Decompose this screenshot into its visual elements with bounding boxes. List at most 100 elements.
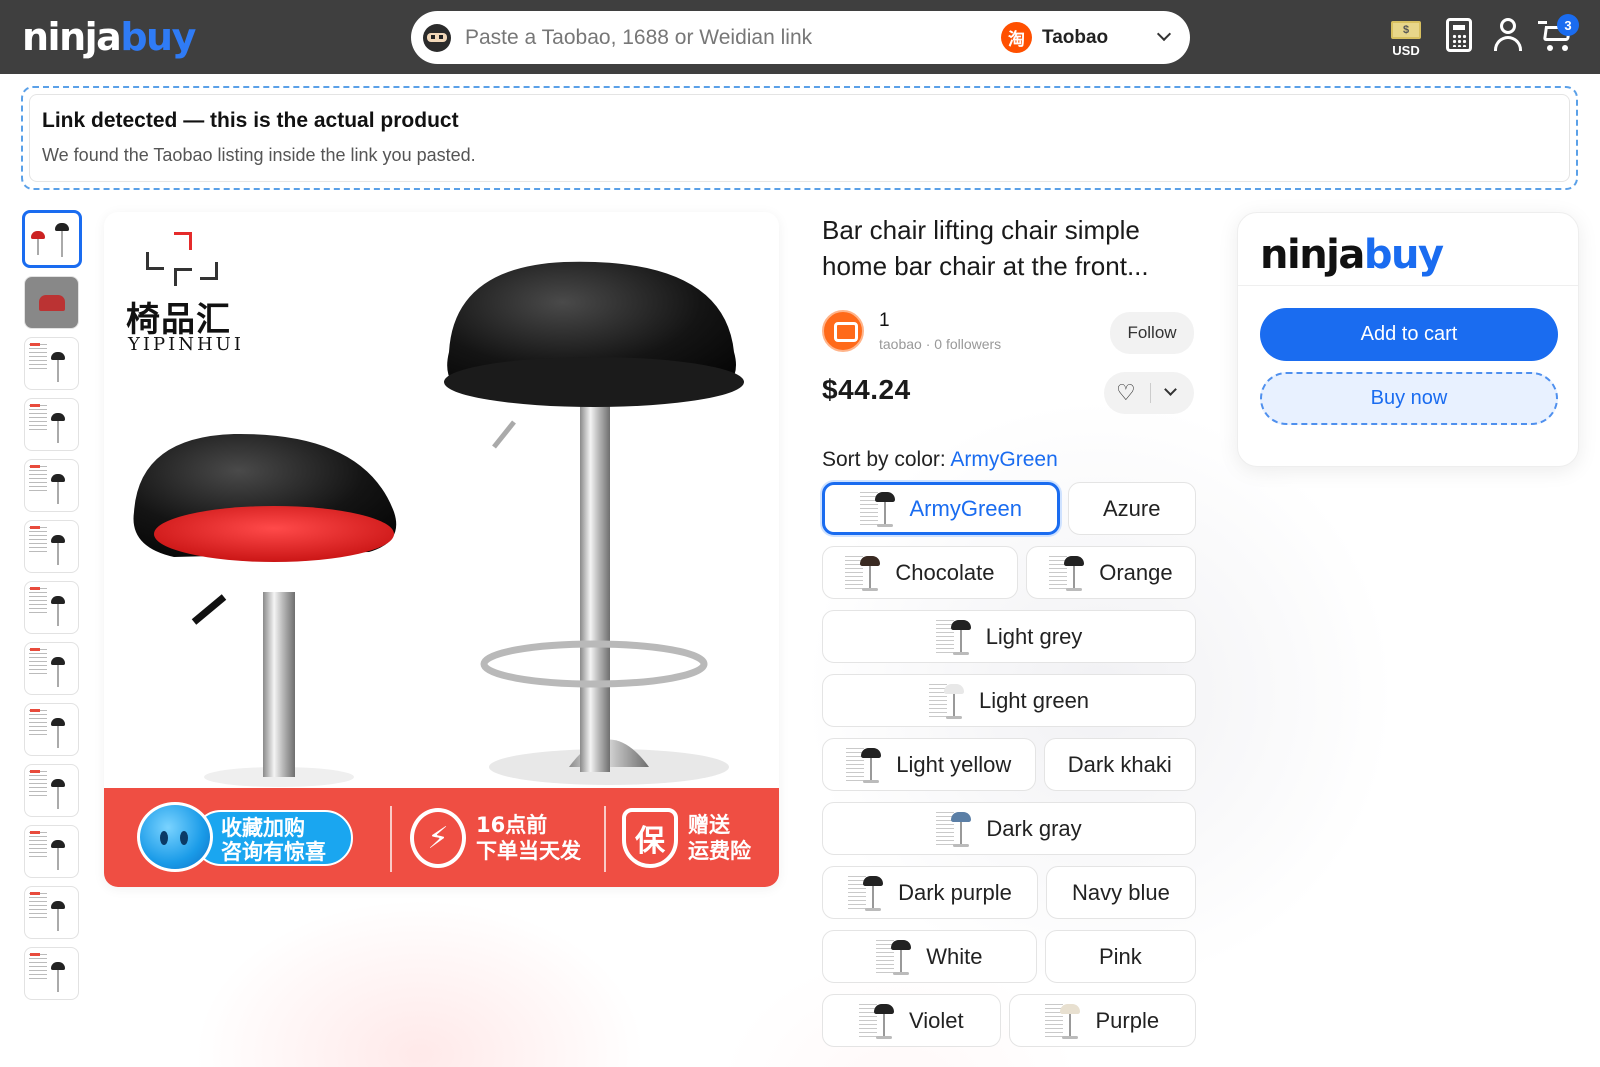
color-option-label: Dark gray — [986, 815, 1082, 841]
color-option[interactable]: ArmyGreen — [822, 482, 1060, 535]
color-option[interactable]: Pink — [1044, 930, 1197, 983]
user-icon-body — [1494, 36, 1522, 51]
gallery-thumbnail[interactable] — [24, 398, 79, 451]
gallery-thumbnail[interactable] — [24, 886, 79, 939]
color-option-row: Light yellow Dark khaki — [822, 738, 1196, 791]
promo-shipping: ⚡ 16点前 下单当天发 — [410, 806, 610, 872]
gallery-thumbnail[interactable] — [24, 642, 79, 695]
cart-icon-wheel — [1562, 45, 1568, 51]
search-input[interactable] — [465, 21, 965, 54]
divider — [1150, 383, 1151, 403]
promo-bar: 收藏加购 咨询有惊喜 ⚡ 16点前 下单当天发 保 赠送 运费险 — [104, 788, 779, 887]
wishlist-control[interactable]: ♡ — [1104, 372, 1194, 414]
gallery-thumbnail[interactable] — [22, 210, 82, 268]
promo-favorite: 收藏加购 咨询有惊喜 — [137, 802, 357, 872]
main-product-image[interactable]: 椅品汇 YIPINHUI 收藏加购 咨询有惊喜 ⚡ 16点前 下单当天发 保 赠… — [104, 212, 779, 887]
banner-subtitle: We found the Taobao listing inside the l… — [42, 145, 476, 165]
promo-shipping-text: 16点前 下单当天发 — [476, 813, 581, 863]
seller-avatar[interactable] — [822, 310, 864, 352]
currency-selector[interactable]: $ USD — [1388, 18, 1424, 58]
color-option[interactable]: Dark gray — [822, 802, 1196, 855]
color-swatch-thumbnail — [846, 744, 882, 786]
site-logo[interactable]: ninjabuy — [22, 14, 196, 60]
taobao-icon: 淘 — [1001, 22, 1032, 53]
gallery-thumbnail[interactable] — [24, 703, 79, 756]
color-option[interactable]: Dark khaki — [1043, 738, 1196, 791]
color-option-row: White Pink — [822, 930, 1197, 983]
platform-select[interactable]: 淘 Taobao — [1001, 19, 1181, 56]
user-icon-head — [1500, 18, 1516, 34]
color-option[interactable]: Navy blue — [1045, 866, 1196, 919]
sort-by-color-label: Sort by color: ArmyGreen — [822, 448, 1058, 472]
color-swatch-thumbnail — [858, 1000, 895, 1042]
color-option-label: Chocolate — [895, 559, 995, 585]
calculator-keys — [1452, 34, 1467, 47]
mascot-icon — [137, 802, 213, 872]
color-option[interactable]: White — [822, 930, 1037, 983]
color-option[interactable]: Dark purple — [822, 866, 1038, 919]
product-title: Bar chair lifting chair simple home bar … — [822, 215, 1149, 281]
seller-name[interactable]: 1 — [879, 310, 890, 332]
product-details: Bar chair lifting chair simple home bar … — [822, 212, 1197, 1047]
gallery-thumbnail[interactable] — [24, 581, 79, 634]
logo-text-ninja: ninja — [1260, 232, 1365, 278]
color-swatch-thumbnail — [845, 552, 881, 594]
gallery-thumbnail[interactable] — [24, 947, 79, 1000]
color-option-label: Azure — [1103, 495, 1161, 521]
color-option[interactable]: Light green — [822, 674, 1196, 727]
color-option[interactable]: Orange — [1025, 546, 1196, 599]
cart-count-badge: 3 — [1557, 14, 1579, 36]
color-option[interactable]: Violet — [822, 994, 1001, 1047]
promo-favorite-text: 收藏加购 咨询有惊喜 — [193, 810, 353, 866]
color-option-label: Dark purple — [898, 879, 1012, 905]
color-option[interactable]: Chocolate — [822, 546, 1018, 599]
color-option-row: Light green — [822, 674, 1196, 727]
calculator-icon[interactable] — [1446, 18, 1472, 52]
promo-divider — [604, 806, 606, 872]
color-option[interactable]: Azure — [1067, 482, 1196, 535]
color-swatch-thumbnail — [935, 616, 972, 658]
selected-color-value: ArmyGreen — [950, 448, 1058, 471]
color-option-label: Purple — [1095, 1007, 1160, 1033]
user-icon[interactable] — [1493, 18, 1523, 52]
chevron-down-icon[interactable] — [1164, 383, 1177, 396]
color-swatch-thumbnail — [859, 488, 896, 530]
color-option[interactable]: Light yellow — [822, 738, 1036, 791]
color-option-label: Navy blue — [1072, 879, 1170, 905]
color-swatch-thumbnail — [928, 680, 965, 722]
gallery-thumbnail[interactable] — [24, 276, 79, 329]
color-option[interactable]: Light grey — [822, 610, 1196, 663]
color-swatch-thumbnail — [1045, 1000, 1081, 1042]
chevron-down-icon — [1156, 26, 1172, 42]
promo-divider — [390, 806, 392, 872]
color-option-row: Chocolate Orange — [822, 546, 1196, 599]
color-option[interactable]: Purple — [1008, 994, 1197, 1047]
heart-icon[interactable]: ♡ — [1116, 382, 1138, 404]
cart-icon-wheel — [1547, 45, 1553, 51]
color-option-label: Pink — [1098, 943, 1142, 969]
color-option-label: Orange — [1099, 559, 1173, 585]
link-detected-banner: Link detected — this is the actual produ… — [21, 86, 1578, 190]
gallery-thumbnail[interactable] — [24, 825, 79, 878]
seller-meta: taobao · 0 followers — [879, 336, 1002, 352]
color-swatch-thumbnail — [936, 808, 972, 850]
color-swatch-thumbnail — [848, 872, 884, 914]
gallery-thumbnail[interactable] — [24, 520, 79, 573]
color-option-label: Light green — [978, 687, 1090, 713]
buy-now-button[interactable]: Buy now — [1260, 372, 1558, 425]
gallery-thumbnail[interactable] — [24, 764, 79, 817]
platform-label: Taobao — [1042, 26, 1109, 48]
brand-logo: 椅品汇 YIPINHUI — [126, 232, 246, 355]
search-avatar-icon — [423, 24, 451, 52]
color-option-row: Violet Purple — [822, 994, 1197, 1047]
add-to-cart-button[interactable]: Add to cart — [1260, 308, 1558, 361]
currency-label: USD — [1392, 43, 1420, 58]
buy-box: ninjabuy Add to cart Buy now — [1237, 212, 1579, 467]
gallery-thumbnail[interactable] — [24, 459, 79, 512]
gallery-thumbnail[interactable] — [24, 337, 79, 390]
promo-insurance-text: 赠送 运费险 — [688, 813, 751, 863]
logo-text-ninja: ninja — [22, 15, 122, 59]
sort-label-text: Sort by color: — [822, 448, 946, 471]
shield-icon: 保 — [622, 808, 678, 868]
follow-button[interactable]: Follow — [1110, 312, 1194, 354]
